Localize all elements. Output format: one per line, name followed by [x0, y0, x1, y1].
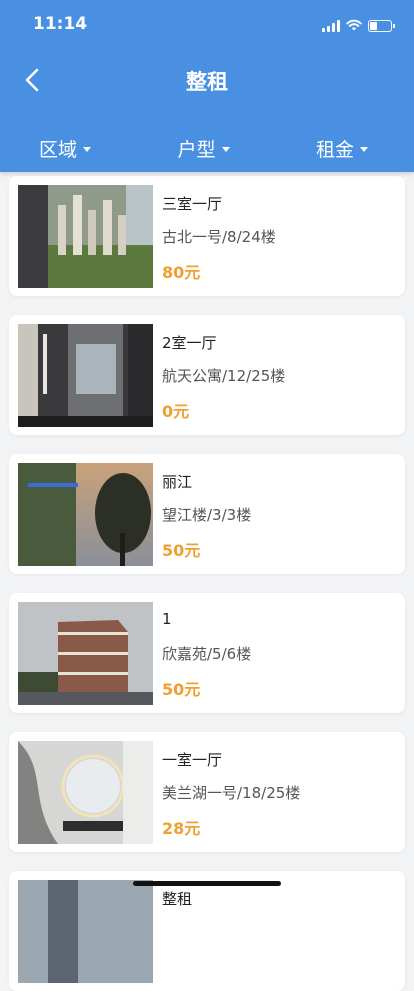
listing-title: 整租: [162, 890, 193, 908]
nav-bar: 整租: [0, 60, 414, 100]
signal-icon: [322, 19, 340, 32]
listing-title: 丽江: [162, 473, 193, 491]
listing-address: 美兰湖一号/18/25楼: [162, 784, 301, 802]
listing-photo: [18, 185, 153, 288]
listing-price: 80元: [162, 263, 201, 282]
listing-title: 三室一厅: [162, 195, 223, 213]
listing-title: 2室一厅: [162, 334, 217, 352]
status-time: 11:14: [33, 14, 88, 34]
listing-address: 望江楼/3/3楼: [162, 506, 252, 524]
listing-card[interactable]: 1 欣嘉苑/5/6楼 50元: [9, 593, 405, 713]
status-icons: [322, 16, 395, 35]
listing-address: 欣嘉苑/5/6楼: [162, 645, 252, 663]
listing-price: 50元: [162, 541, 201, 560]
filter-label: 户型: [177, 138, 216, 161]
filter-area[interactable]: 区域: [0, 132, 149, 164]
listing-photo: [18, 324, 153, 427]
listing-price: 28元: [162, 819, 201, 838]
listing-title: 1: [162, 610, 172, 628]
page-title: 整租: [186, 70, 228, 94]
caret-down-icon: [221, 146, 230, 152]
listing-card[interactable]: 一室一厅 美兰湖一号/18/25楼 28元: [9, 732, 405, 852]
listing-card[interactable]: 2室一厅 航天公寓/12/25楼 0元: [9, 315, 405, 435]
status-bar: 11:14: [0, 0, 414, 50]
listing-address: 古北一号/8/24楼: [162, 228, 276, 246]
listing-photo: [18, 463, 153, 566]
listing-photo: [18, 880, 153, 983]
caret-down-icon: [83, 146, 92, 152]
listing-price: 50元: [162, 680, 201, 699]
home-indicator[interactable]: [133, 881, 281, 886]
filter-label: 租金: [316, 138, 355, 161]
listing-address: 航天公寓/12/25楼: [162, 367, 286, 385]
listing-card[interactable]: 整租: [9, 871, 405, 991]
caret-down-icon: [360, 146, 369, 152]
app-header: 11:14 整租 区域 户型 租金: [0, 0, 414, 172]
listing-card[interactable]: 三室一厅 古北一号/8/24楼 80元: [9, 176, 405, 296]
battery-icon: [368, 19, 395, 32]
listing-price: 0元: [162, 402, 190, 421]
filter-layout[interactable]: 户型: [149, 132, 259, 164]
filter-bar: 区域 户型 租金: [0, 132, 414, 164]
listing-photo: [18, 741, 153, 844]
listing-photo: [18, 602, 153, 705]
filter-label: 区域: [39, 138, 78, 161]
listing-title: 一室一厅: [162, 751, 223, 769]
listing-card[interactable]: 丽江 望江楼/3/3楼 50元: [9, 454, 405, 574]
filter-rent[interactable]: 租金: [258, 132, 414, 164]
wifi-icon: [346, 16, 362, 35]
